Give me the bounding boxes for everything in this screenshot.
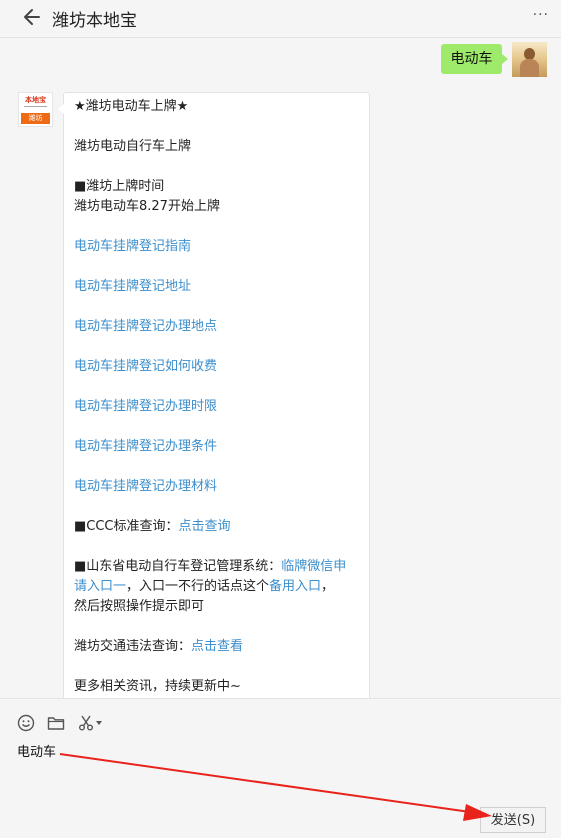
- link-materials[interactable]: 电动车挂牌登记办理材料: [74, 477, 364, 497]
- outgoing-message-bubble[interactable]: 电动车: [441, 44, 508, 74]
- traffic-query-link[interactable]: 点击查看: [191, 639, 243, 654]
- title-bar: 潍坊本地宝 ···: [0, 0, 561, 38]
- link-fees[interactable]: 电动车挂牌登记如何收费: [74, 357, 364, 377]
- wechat-entry-link-part2[interactable]: 请入口一: [74, 579, 126, 594]
- shandong-line-2: 请入口一，入口一不行的话点这个备用入口，: [74, 577, 364, 597]
- back-arrow-icon[interactable]: [20, 5, 44, 29]
- article-title: ★潍坊电动车上牌★: [74, 99, 189, 114]
- shandong-line-1: ■山东省电动自行车登记管理系统：临牌微信申: [74, 557, 364, 577]
- backup-entry-link[interactable]: 备用入口: [269, 579, 321, 594]
- logo-top-text: 本地宝: [25, 96, 46, 104]
- scissors-icon[interactable]: [76, 713, 96, 733]
- traffic-label: 潍坊交通违法查询：: [74, 639, 192, 654]
- emoji-icon[interactable]: [16, 713, 36, 733]
- user-avatar[interactable]: [512, 42, 547, 77]
- shandong-end-text: ，: [321, 579, 335, 594]
- shandong-mid-text: ，入口一不行的话点这个: [126, 579, 270, 594]
- ccc-label: ■CCC标准查询：: [74, 519, 179, 534]
- message-input-text[interactable]: 电动车: [17, 741, 56, 760]
- link-address[interactable]: 电动车挂牌登记地址: [74, 277, 364, 297]
- ccc-query-line: ■CCC标准查询：点击查询: [74, 517, 364, 537]
- link-guide[interactable]: 电动车挂牌登记指南: [74, 237, 364, 257]
- time-text: 潍坊电动车8.27开始上牌: [74, 199, 220, 214]
- account-logo-avatar[interactable]: 本地宝 潍坊: [18, 92, 53, 127]
- link-location[interactable]: 电动车挂牌登记办理地点: [74, 317, 364, 337]
- section-time-heading: ■潍坊上牌时间: [74, 179, 165, 194]
- traffic-query-line: 潍坊交通违法查询：点击查看: [74, 637, 364, 657]
- article-subtitle: 潍坊电动自行车上牌: [74, 139, 192, 154]
- shandong-line-3: 然后按照操作提示即可: [74, 599, 205, 614]
- more-options-icon[interactable]: ···: [533, 7, 549, 23]
- logo-bottom-text: 潍坊: [21, 113, 50, 124]
- chevron-down-icon[interactable]: [96, 721, 102, 726]
- article-message-card[interactable]: ★潍坊电动车上牌★ 潍坊电动自行车上牌 ■潍坊上牌时间 潍坊电动车8.27开始上…: [58, 92, 370, 698]
- folder-icon[interactable]: [46, 713, 66, 733]
- chat-title: 潍坊本地宝: [52, 11, 137, 31]
- ccc-query-link[interactable]: 点击查询: [179, 519, 231, 534]
- more-info-text: 更多相关资讯，持续更新中~: [74, 679, 241, 694]
- shandong-label: ■山东省电动自行车登记管理系统：: [74, 559, 282, 574]
- chat-area[interactable]: 电动车 本地宝 潍坊 ★潍坊电动车上牌★ 潍坊电动自行车上牌 ■潍坊上牌时间 潍…: [0, 38, 561, 698]
- link-time-limit[interactable]: 电动车挂牌登记办理时限: [74, 397, 364, 417]
- message-input-area[interactable]: 电动车 发送(S): [0, 698, 561, 838]
- link-conditions[interactable]: 电动车挂牌登记办理条件: [74, 437, 364, 457]
- wechat-entry-link-part1[interactable]: 临牌微信申: [281, 559, 346, 574]
- send-button[interactable]: 发送(S): [480, 807, 546, 833]
